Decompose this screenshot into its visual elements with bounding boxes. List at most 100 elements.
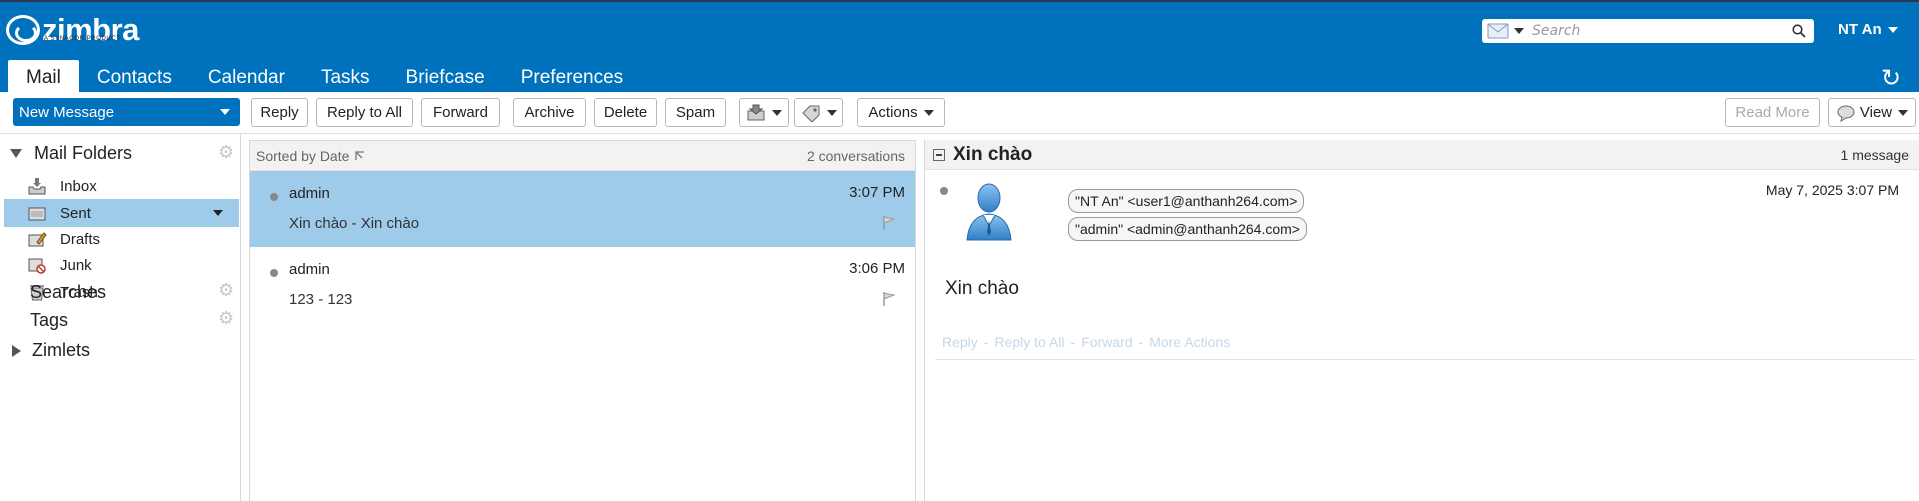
view-label: View — [1859, 104, 1893, 121]
mail-toolbar: New Message Reply Reply to All Forward A… — [0, 92, 1919, 134]
chevron-down-icon — [826, 109, 837, 116]
conversation-title: Xin chào — [933, 144, 1032, 166]
new-message-label: New Message — [19, 103, 115, 121]
sort-control[interactable]: Sorted by Date — [256, 148, 365, 164]
conversation-subject: Xin chào — [953, 143, 1033, 165]
gear-icon[interactable]: ⚙ — [218, 144, 236, 162]
speech-bubble-icon — [1837, 105, 1855, 122]
chevron-down-icon[interactable] — [213, 210, 223, 216]
folder-sent[interactable]: Sent — [4, 199, 239, 227]
sender: admin — [289, 261, 330, 278]
inbox-icon — [26, 176, 48, 196]
read-status-dot[interactable] — [270, 269, 278, 277]
reply-all-button[interactable]: Reply to All — [316, 98, 413, 127]
tab-preferences[interactable]: Preferences — [503, 60, 641, 94]
list-header: Sorted by Date 2 conversations — [250, 141, 915, 171]
inline-reply-link[interactable]: Reply — [942, 334, 978, 350]
folder-label: Junk — [60, 256, 92, 274]
search-type-caret-icon[interactable] — [1514, 28, 1524, 34]
folder-inbox[interactable]: Inbox — [4, 172, 239, 200]
mail-search-type-icon[interactable] — [1487, 23, 1509, 39]
time: 3:06 PM — [849, 260, 905, 277]
message-date: May 7, 2025 3:07 PM — [1765, 182, 1899, 198]
flag-icon[interactable] — [881, 215, 897, 231]
mail-folders-label: Mail Folders — [34, 143, 133, 163]
logo-subtitle: A SYNACOR PRODUCT — [44, 36, 121, 42]
move-button[interactable] — [739, 98, 789, 127]
inline-more-actions-link[interactable]: More Actions — [1149, 334, 1230, 350]
zimbra-logo-icon — [6, 15, 40, 45]
chevron-down-icon — [772, 109, 782, 116]
message-list: Sorted by Date 2 conversations admin 3:0… — [249, 140, 916, 501]
mail-folders-header[interactable]: Mail Folders — [10, 143, 132, 164]
read-status-dot[interactable] — [270, 193, 278, 201]
conversation-count: 2 conversations — [806, 147, 905, 164]
chevron-down-icon — [1898, 109, 1909, 116]
collapse-icon[interactable] — [933, 148, 945, 161]
actions-button[interactable]: Actions — [857, 98, 945, 127]
conversation-row[interactable]: admin 3:06 PM 123 - 123 — [250, 247, 915, 323]
gear-icon[interactable]: ⚙ — [218, 310, 236, 328]
view-button[interactable]: View — [1828, 98, 1916, 127]
time: 3:07 PM — [849, 184, 905, 201]
forward-button[interactable]: Forward — [421, 98, 500, 127]
divider — [935, 359, 1915, 360]
folder-label: Inbox — [60, 177, 97, 195]
tab-calendar[interactable]: Calendar — [190, 60, 303, 94]
sender: admin — [289, 185, 330, 202]
sort-arrow-icon — [355, 150, 365, 160]
app-tabs: Mail Contacts Calendar Tasks Briefcase P… — [8, 60, 641, 94]
search-input[interactable] — [1532, 20, 1788, 42]
delete-button[interactable]: Delete — [594, 98, 657, 127]
tag-icon — [801, 105, 819, 122]
tab-mail[interactable]: Mail — [8, 60, 79, 94]
tag-button[interactable] — [794, 98, 843, 127]
zimlets-header[interactable]: Zimlets — [12, 340, 90, 361]
subject: Xin chào - Xin chào — [289, 215, 420, 232]
actions-label: Actions — [868, 104, 918, 121]
new-message-button[interactable]: New Message — [13, 98, 240, 126]
chevron-down-icon[interactable] — [220, 109, 230, 115]
separator: - — [1138, 334, 1144, 350]
chevron-down-icon — [1887, 26, 1898, 33]
junk-icon — [26, 255, 48, 275]
tags-label[interactable]: Tags — [30, 310, 68, 331]
search-icon[interactable] — [1788, 20, 1810, 42]
folder-label: Drafts — [60, 230, 101, 248]
zimlets-label: Zimlets — [32, 340, 90, 360]
reply-button[interactable]: Reply — [251, 98, 308, 127]
searches-label[interactable]: Searches — [30, 282, 106, 303]
to-address-bubble[interactable]: "admin" <admin@anthanh264.com> — [1068, 217, 1307, 241]
conversation-row[interactable]: admin 3:07 PM Xin chào - Xin chào — [250, 171, 915, 247]
from-address-bubble[interactable]: "NT An" <user1@anthanh264.com> — [1068, 189, 1305, 213]
message-body: Xin chào — [945, 278, 1019, 299]
spam-button[interactable]: Spam — [665, 98, 726, 127]
subject: 123 - 123 — [289, 291, 353, 308]
zimbra-logo[interactable]: zimbra — [6, 12, 139, 48]
sort-label: Sorted by Date — [256, 147, 350, 164]
expand-arrow-icon[interactable] — [10, 149, 22, 158]
message-count: 1 message — [1840, 146, 1909, 163]
folder-drafts[interactable]: Drafts — [4, 225, 239, 253]
flag-icon[interactable] — [881, 291, 897, 307]
user-menu[interactable]: NT An — [1838, 21, 1898, 38]
sent-icon — [26, 203, 48, 223]
separator: - — [983, 334, 989, 350]
conversation-header: Xin chào 1 message — [925, 140, 1919, 170]
archive-button[interactable]: Archive — [513, 98, 586, 127]
move-folder-icon — [747, 104, 765, 120]
gear-icon[interactable]: ⚙ — [218, 282, 236, 300]
tab-contacts[interactable]: Contacts — [79, 60, 190, 94]
read-status-dot[interactable] — [940, 187, 948, 195]
read-more-button[interactable]: Read More — [1725, 98, 1820, 127]
reading-pane: Xin chào 1 message From: "NT An" <user1@… — [924, 140, 1919, 501]
inline-reply-all-link[interactable]: Reply to All — [994, 334, 1064, 350]
inline-forward-link[interactable]: Forward — [1081, 334, 1132, 350]
tab-briefcase[interactable]: Briefcase — [388, 60, 503, 94]
expand-arrow-icon[interactable] — [12, 344, 21, 357]
refresh-icon[interactable]: ↻ — [1881, 64, 1901, 92]
folder-junk[interactable]: Junk — [4, 251, 239, 279]
tab-tasks[interactable]: Tasks — [303, 60, 388, 94]
separator: - — [1070, 334, 1076, 350]
chevron-down-icon — [923, 109, 934, 116]
